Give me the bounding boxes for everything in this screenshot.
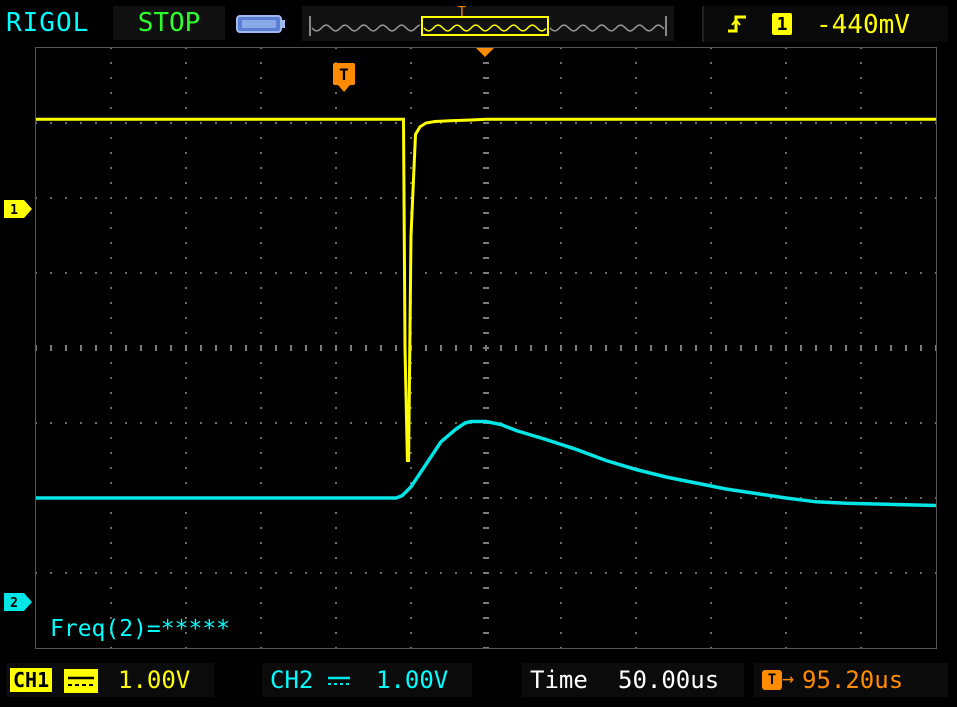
bottom-status-bar: CH1 1.00V CH2 1.00V Time 50.00us T → 95.… <box>0 660 957 707</box>
trigger-source-badge: 1 <box>772 13 792 35</box>
trigger-position-marker[interactable]: T <box>333 63 355 93</box>
ch1-marker-label: 1 <box>10 203 18 218</box>
ch1-label: CH1 <box>10 668 53 692</box>
waveform-graticule <box>35 47 937 649</box>
ch2-marker-label: 2 <box>10 596 18 611</box>
waveform-position-marker: T <box>458 6 466 20</box>
grid-dots <box>35 47 937 649</box>
trigger-info-panel[interactable]: 1 -440mV <box>702 6 948 42</box>
memory-depth-icon <box>236 15 285 33</box>
ch2-offset-marker[interactable]: 2 <box>4 593 34 611</box>
trigger-delay-panel[interactable]: T → 95.20us <box>754 663 948 697</box>
ch1-offset-marker[interactable]: 1 <box>4 200 34 218</box>
timebase-panel[interactable]: Time 50.00us <box>522 663 744 697</box>
brand-logo: RIGOL <box>6 8 90 38</box>
ch2-scale-panel[interactable]: CH2 1.00V <box>262 663 472 697</box>
ch2-trace <box>36 419 937 508</box>
trigger-delay-icon: T <box>762 670 782 690</box>
ch1-volts-per-div: 1.00V <box>118 666 191 694</box>
time-per-div: 50.00us <box>618 666 720 694</box>
ch1-trace <box>36 117 936 462</box>
waveform-plot <box>35 47 937 649</box>
rising-edge-icon <box>728 15 746 33</box>
horizontal-center-marker <box>476 48 494 57</box>
dc-coupling-icon <box>328 676 350 685</box>
ch1-scale-panel[interactable]: CH1 1.00V <box>6 663 214 697</box>
trigger-delay-value: 95.20us <box>802 666 904 694</box>
oscilloscope-screen: RIGOL STOP T 1 -440mV T 1 2 Freq(2)=****… <box>0 0 957 707</box>
run-state-indicator[interactable]: STOP <box>113 6 225 40</box>
memory-waveform-overview: T <box>309 5 667 36</box>
frequency-measurement: Freq(2)=***** <box>50 616 231 642</box>
ch2-volts-per-div: 1.00V <box>376 666 449 694</box>
dc-coupling-icon <box>64 669 98 693</box>
time-label: Time <box>530 666 588 694</box>
horizontal-position-bar[interactable]: T <box>302 5 674 41</box>
arrow-right-icon: → <box>782 666 795 690</box>
trigger-level: -440mV <box>816 10 910 40</box>
ch2-label: CH2 <box>270 666 314 694</box>
trigger-marker-label: T <box>339 65 349 84</box>
